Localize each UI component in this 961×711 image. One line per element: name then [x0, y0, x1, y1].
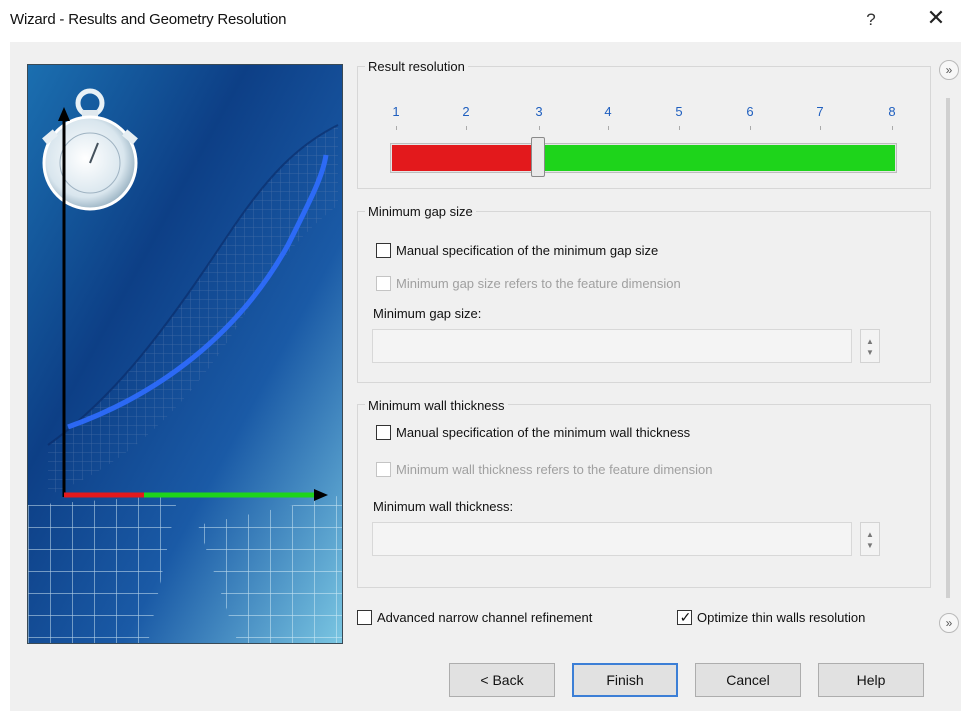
gap-feature-checkbox-row: Minimum gap size refers to the feature d…: [376, 276, 681, 291]
advanced-narrow-channel-row[interactable]: Advanced narrow channel refinement: [357, 610, 592, 625]
close-icon[interactable]: ✕: [924, 6, 948, 30]
gap-feature-checkbox-label: Minimum gap size refers to the feature d…: [396, 276, 681, 291]
spin-down-icon[interactable]: ▼: [861, 541, 879, 550]
slider-tick-2: 2: [462, 104, 470, 119]
checkmark-icon: ✓: [679, 609, 692, 625]
resolution-slider-thumb[interactable]: [531, 137, 545, 177]
slider-tickmark: [608, 126, 609, 130]
help-icon[interactable]: ?: [863, 10, 879, 30]
resolution-slider-low-fill: [392, 145, 537, 171]
minimum-wall-spinner[interactable]: ▲ ▼: [860, 522, 880, 556]
slider-tickmark: [820, 126, 821, 130]
cancel-button[interactable]: Cancel: [695, 663, 801, 697]
spin-down-icon[interactable]: ▼: [861, 348, 879, 357]
minimum-gap-group-label: Minimum gap size: [365, 204, 476, 219]
manual-gap-checkbox[interactable]: [376, 243, 391, 258]
wall-feature-checkbox: [376, 462, 391, 477]
optimize-thin-walls-checkbox[interactable]: ✓: [677, 609, 692, 625]
minimum-gap-spinner[interactable]: ▲ ▼: [860, 329, 880, 363]
advanced-narrow-channel-checkbox[interactable]: [357, 610, 372, 625]
advanced-narrow-channel-label: Advanced narrow channel refinement: [377, 610, 593, 625]
slider-tick-3: 3: [535, 104, 543, 119]
manual-wall-checkbox[interactable]: [376, 425, 391, 440]
wall-feature-checkbox-label: Minimum wall thickness refers to the fea…: [396, 462, 713, 477]
optimize-thin-walls-label: Optimize thin walls resolution: [697, 610, 866, 625]
resolution-slider-high-fill: [543, 145, 895, 171]
window-title: Wizard - Results and Geometry Resolution: [10, 11, 287, 28]
expand-top-icon[interactable]: »: [939, 60, 959, 80]
expand-bottom-icon[interactable]: »: [939, 613, 959, 633]
slider-tickmark: [466, 126, 467, 130]
optimize-thin-walls-row[interactable]: ✓ Optimize thin walls resolution: [677, 609, 866, 625]
slider-tickmark: [396, 126, 397, 130]
slider-tick-6: 6: [746, 104, 754, 119]
slider-tick-1: 1: [392, 104, 400, 119]
manual-wall-checkbox-label: Manual specification of the minimum wall…: [396, 425, 691, 440]
minimum-wall-field-label: Minimum wall thickness:: [373, 499, 514, 514]
slider-tickmark: [539, 126, 540, 130]
slider-tickmark: [679, 126, 680, 130]
manual-gap-checkbox-label: Manual specification of the minimum gap …: [396, 243, 659, 258]
minimum-wall-group-label: Minimum wall thickness: [365, 398, 508, 413]
spin-up-icon[interactable]: ▲: [861, 530, 879, 539]
minimum-gap-input[interactable]: [372, 329, 852, 363]
slider-tickmark: [892, 126, 893, 130]
finish-button[interactable]: Finish: [572, 663, 678, 697]
slider-tick-7: 7: [816, 104, 824, 119]
wizard-illustration: [27, 64, 343, 644]
vertical-scrollbar[interactable]: [946, 98, 950, 598]
slider-tickmark: [750, 126, 751, 130]
wall-feature-checkbox-row: Minimum wall thickness refers to the fea…: [376, 462, 712, 477]
minimum-gap-field-label: Minimum gap size:: [373, 306, 482, 321]
slider-tick-5: 5: [675, 104, 683, 119]
help-button[interactable]: Help: [818, 663, 924, 697]
slider-tick-8: 8: [888, 104, 896, 119]
manual-wall-checkbox-row[interactable]: Manual specification of the minimum wall…: [376, 425, 690, 440]
slider-tick-4: 4: [604, 104, 612, 119]
minimum-wall-input[interactable]: [372, 522, 852, 556]
back-button[interactable]: < Back: [449, 663, 555, 697]
gap-feature-checkbox: [376, 276, 391, 291]
spin-up-icon[interactable]: ▲: [861, 337, 879, 346]
result-resolution-label: Result resolution: [365, 59, 468, 74]
manual-gap-checkbox-row[interactable]: Manual specification of the minimum gap …: [376, 243, 658, 258]
